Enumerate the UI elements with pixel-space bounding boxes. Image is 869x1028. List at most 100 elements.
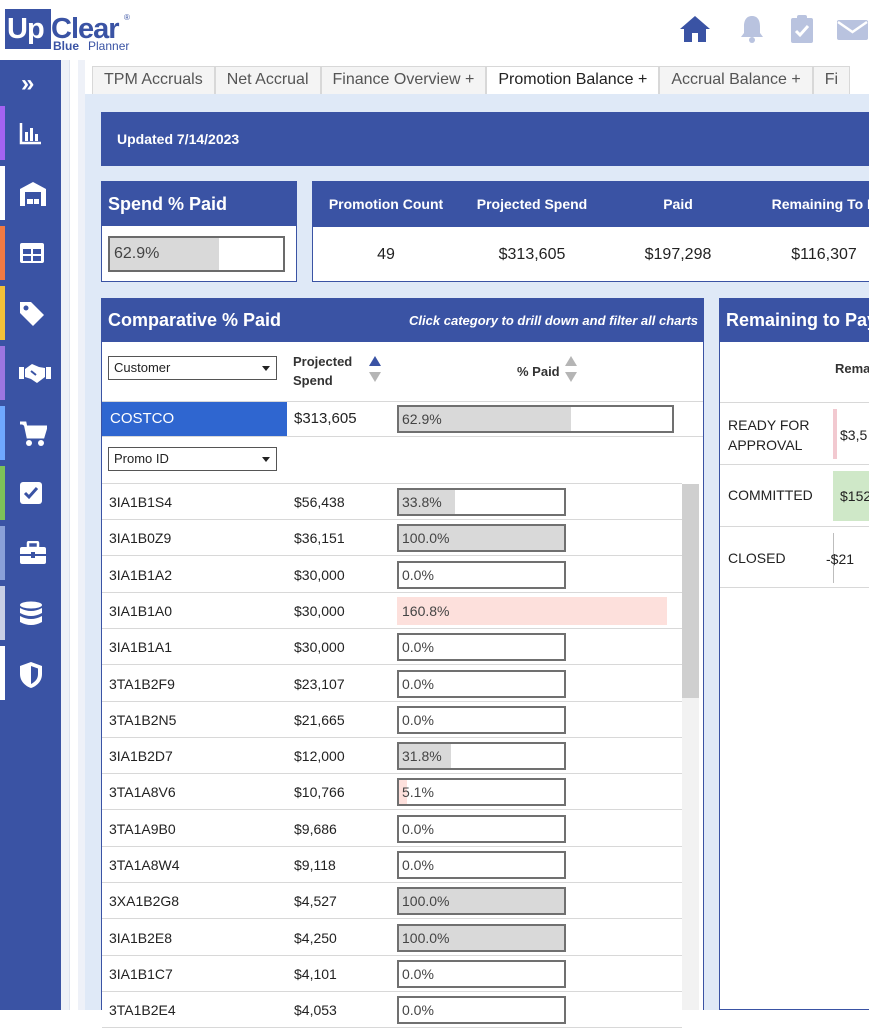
promo-id: 3TA1A9B0	[109, 820, 176, 837]
promo-row[interactable]: 3TA1A8W4 $9,118 0.0%	[102, 847, 682, 883]
promo-paid-value: 33.8%	[402, 494, 442, 510]
promo-spend: $9,118	[294, 857, 336, 873]
remaining-column-header: Rema	[835, 361, 869, 376]
status-bar	[833, 409, 837, 459]
customer-row-costco[interactable]: COSTCO $313,605 62.9%	[102, 401, 703, 437]
kpi-value: $313,605	[498, 246, 566, 263]
remaining-row-ready[interactable]: READY FOR APPROVAL $3,5	[720, 402, 869, 464]
promo-spend: $56,438	[294, 494, 345, 510]
briefcase-icon	[20, 541, 46, 564]
nav-stripe	[0, 286, 5, 340]
promo-paid-bar: 0.0%	[397, 851, 566, 879]
category-dropdown[interactable]: Customer	[108, 356, 277, 380]
promo-row[interactable]: 3IA1B1C7 $4,101 0.0%	[102, 956, 682, 992]
status-value: $152	[840, 488, 869, 504]
promo-id: 3IA1B1C7	[109, 965, 173, 982]
sort-paid-icon[interactable]	[565, 356, 577, 384]
paid-pct-header[interactable]: % Paid	[517, 362, 560, 381]
promo-dropdown-value: Promo ID	[114, 451, 169, 466]
tab-accrual-balance[interactable]: Accrual Balance +	[659, 66, 813, 94]
expand-chevrons-icon: »	[21, 70, 35, 97]
bell-icon[interactable]	[738, 14, 770, 46]
promo-paid-bar: 160.8%	[397, 596, 667, 625]
promo-id: 3IA1B0Z9	[109, 530, 172, 547]
sort-desc-icon	[565, 372, 577, 382]
remaining-row-closed[interactable]: CLOSED -$21	[720, 526, 869, 588]
promo-row[interactable]: 3IA1B2D7 $12,000 31.8%	[102, 738, 682, 775]
nav-item-tools[interactable]	[0, 526, 61, 580]
promo-id: 3IA1B2D7	[109, 748, 173, 765]
sort-asc-icon	[565, 356, 577, 366]
category-dropdown-value: Customer	[114, 360, 171, 375]
kpi-value: $116,307	[791, 246, 857, 263]
database-icon	[20, 601, 42, 625]
remaining-row-committed[interactable]: COMMITTED $152	[720, 464, 869, 526]
promo-scrollbar-thumb[interactable]	[682, 484, 699, 698]
promo-paid-bar: 100.0%	[397, 887, 566, 916]
tab-finance-overview[interactable]: Finance Overview +	[320, 66, 487, 94]
nav-item-orders[interactable]	[0, 406, 61, 460]
nav-item-warehouse[interactable]	[0, 166, 61, 220]
nav-item-tasks[interactable]	[0, 466, 61, 520]
home-icon[interactable]	[679, 14, 711, 46]
promo-spend: $10,766	[294, 784, 345, 801]
updated-banner: Updated 7/14/2023	[101, 112, 869, 166]
kpi-value: 49	[377, 246, 395, 263]
status-label: READY FOR APPROVAL	[728, 415, 809, 455]
kpi-card: Promotion Count 49 Projected Spend $313,…	[312, 181, 869, 282]
promo-id: 3IA1B2E8	[109, 929, 173, 946]
tab-tpm-accruals[interactable]: TPM Accruals	[92, 66, 215, 94]
tab-more[interactable]: Fi	[812, 66, 851, 94]
sort-projected-icon[interactable]	[369, 356, 381, 384]
promo-row[interactable]: 3IA1B1A1 $30,000 0.0%	[102, 629, 682, 666]
promo-row[interactable]: 3IA1B1A2 $30,000 0.0%	[102, 557, 682, 593]
spend-paid-card: Spend % Paid 62.9%	[101, 181, 297, 282]
kpi-label: Paid	[663, 196, 693, 212]
promo-id: 3IA1B1A2	[109, 566, 173, 583]
kpi-paid: Paid $197,298	[605, 182, 751, 283]
top-bar: Up Clear ® Blue Planner	[0, 0, 869, 60]
promo-spend: $4,101	[294, 965, 337, 982]
promo-id-dropdown[interactable]: Promo ID	[108, 447, 277, 471]
promo-row[interactable]: 3IA1B1S4 $56,438 33.8%	[102, 484, 682, 520]
projected-spend-header[interactable]: Projected Spend	[293, 352, 352, 390]
nav-item-analytics[interactable]	[0, 106, 61, 160]
nav-item-tables[interactable]	[0, 226, 61, 280]
kpi-label: Remaining To P	[771, 196, 869, 212]
promo-row[interactable]: 3TA1A9B0 $9,686 0.0%	[102, 811, 682, 847]
handshake-icon	[19, 364, 51, 383]
nav-item-security[interactable]	[0, 646, 61, 700]
upclear-logo[interactable]: Up Clear ® Blue Planner	[5, 9, 133, 53]
promo-paid-value: 100.0%	[402, 929, 450, 946]
promo-id: 3XA1B2G8	[109, 893, 180, 910]
sort-asc-icon	[369, 356, 381, 366]
promo-id: 3IA1B1A0	[109, 602, 173, 619]
nav-stripe	[0, 646, 5, 700]
nav-item-data[interactable]	[0, 586, 61, 640]
promo-paid-bar: 5.1%	[397, 778, 566, 807]
promo-row[interactable]: 3IA1B1A0 $30,000 160.8%	[102, 593, 682, 629]
mail-icon[interactable]	[836, 14, 868, 46]
promo-paid-bar: 0.0%	[397, 959, 566, 988]
promo-paid-value: 0.0%	[402, 711, 434, 728]
promo-paid-bar: 100.0%	[397, 524, 566, 553]
promo-row[interactable]: 3TA1B2E4 $4,053 0.0%	[102, 992, 682, 1028]
promo-id: 3IA1B1S4	[109, 494, 173, 510]
customer-name[interactable]: COSTCO	[102, 402, 287, 436]
promo-row[interactable]: 3TA1B2F9 $23,107 0.0%	[102, 666, 682, 702]
promo-row[interactable]: 3IA1B0Z9 $36,151 100.0%	[102, 520, 682, 557]
promo-row[interactable]: 3IA1B2E8 $4,250 100.0%	[102, 920, 682, 956]
promo-row[interactable]: 3XA1B2G8 $4,527 100.0%	[102, 883, 682, 920]
promo-paid-bar: 0.0%	[397, 560, 566, 589]
clipboard-check-icon[interactable]	[790, 14, 822, 46]
promo-id: 3TA1B2F9	[109, 675, 175, 692]
nav-stripe	[0, 586, 5, 640]
promo-row[interactable]: 3TA1B2N5 $21,665 0.0%	[102, 702, 682, 738]
nav-item-deals[interactable]	[0, 346, 61, 400]
promo-paid-value: 0.0%	[402, 639, 434, 656]
nav-item-promotions[interactable]	[0, 286, 61, 340]
tab-net-accrual[interactable]: Net Accrual	[214, 66, 321, 94]
promo-row[interactable]: 3TA1A8V6 $10,766 5.1%	[102, 774, 682, 811]
status-label: CLOSED	[728, 550, 786, 566]
tab-promotion-balance[interactable]: Promotion Balance +	[486, 66, 660, 94]
